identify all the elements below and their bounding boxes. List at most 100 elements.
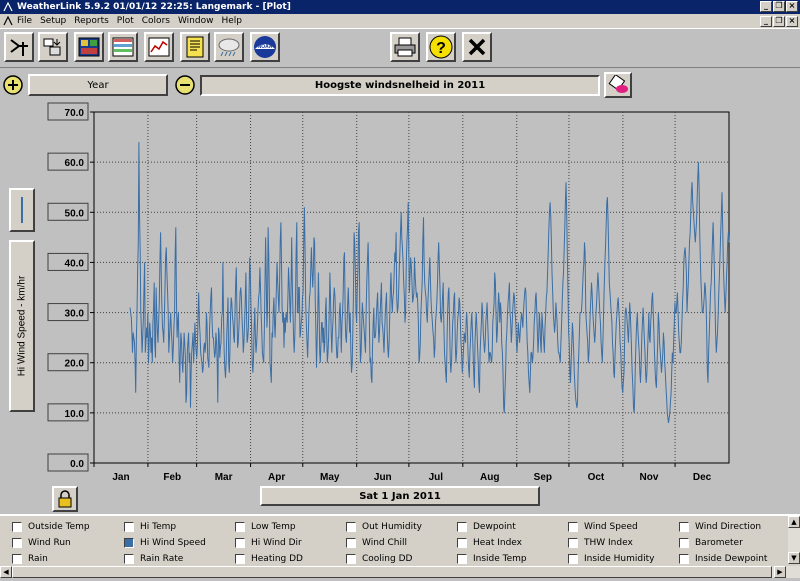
series-checkbox[interactable] [124, 522, 134, 532]
series-inside-temp[interactable]: Inside Temp [457, 552, 527, 566]
series-wind-chill[interactable]: Wind Chill [346, 536, 407, 550]
series-checkbox[interactable] [568, 538, 578, 548]
series-out-humidity[interactable]: Out Humidity [346, 520, 422, 534]
lock-icon [58, 490, 72, 508]
y-axis-label-button[interactable]: Hi Wind Speed - km/hr [9, 240, 35, 412]
help-button[interactable]: ? [426, 32, 456, 62]
series-checkbox[interactable] [12, 522, 22, 532]
zoom-out-button[interactable] [174, 74, 196, 96]
series-label: Cooling DD [362, 554, 413, 564]
series-heating-dd[interactable]: Heating DD [235, 552, 303, 566]
menu-help[interactable]: Help [221, 16, 242, 26]
close-plot-button[interactable] [462, 32, 492, 62]
scroll-down-arrow-icon[interactable]: ▼ [788, 552, 800, 564]
series-rain[interactable]: Rain [12, 552, 48, 566]
menu-colors[interactable]: Colors [142, 16, 170, 26]
close-window-button[interactable]: × [786, 1, 798, 12]
graph-button[interactable] [144, 32, 174, 62]
print-button[interactable] [390, 32, 420, 62]
series-checkbox[interactable] [346, 538, 356, 548]
child-restore-button[interactable]: ❐ [773, 16, 785, 27]
series-checkbox[interactable] [457, 538, 467, 548]
series-hi-temp[interactable]: Hi Temp [124, 520, 176, 534]
strip-chart-button[interactable] [108, 32, 138, 62]
bulletin-button[interactable] [74, 32, 104, 62]
graph-icon [148, 37, 170, 57]
y-tick-label: 10.0 [65, 409, 85, 420]
y-tick-label: 70.0 [65, 108, 85, 119]
series-wind-speed[interactable]: Wind Speed [568, 520, 638, 534]
series-hi-wind-dir[interactable]: Hi Wind Dir [235, 536, 302, 550]
scroll-up-arrow-icon[interactable]: ▲ [788, 516, 800, 528]
series-checkbox[interactable] [679, 554, 689, 564]
series-checkbox[interactable] [457, 522, 467, 532]
series-cooling-dd[interactable]: Cooling DD [346, 552, 412, 566]
y-tick-label: 30.0 [65, 309, 85, 320]
zoom-in-button[interactable] [2, 74, 24, 96]
child-close-button[interactable]: × [786, 16, 798, 27]
y-axis-label: Hi Wind Speed - km/hr [17, 275, 28, 376]
app-icon [3, 2, 13, 12]
x-tick-label: Dec [693, 472, 712, 483]
series-barometer[interactable]: Barometer [679, 536, 743, 550]
scroll-right-arrow-icon[interactable]: ▶ [774, 566, 786, 578]
series-checkbox[interactable] [679, 538, 689, 548]
series-checkbox[interactable] [235, 538, 245, 548]
minimize-button[interactable]: _ [760, 1, 772, 12]
series-wind-direction[interactable]: Wind Direction [679, 520, 761, 534]
horizontal-scrollbar[interactable]: ◀ ▶ [0, 566, 800, 578]
scroll-left-arrow-icon[interactable]: ◀ [0, 566, 12, 578]
menu-plot[interactable]: Plot [117, 16, 134, 26]
x-tick-label: Sep [534, 472, 552, 483]
x-tick-label: Oct [588, 472, 605, 483]
color-settings-button[interactable] [604, 72, 632, 98]
series-checkbox[interactable] [679, 522, 689, 532]
series-line-style-button[interactable] [9, 188, 35, 232]
series-label: Hi Wind Dir [251, 538, 302, 548]
date-selector[interactable]: Sat 1 Jan 2011 [260, 486, 540, 506]
menu-reports[interactable]: Reports [74, 16, 109, 26]
series-checkbox[interactable] [346, 554, 356, 564]
noaa-summary-button[interactable] [180, 32, 210, 62]
y-tick-label: 0.0 [70, 459, 84, 470]
scroll-thumb[interactable] [12, 566, 772, 578]
series-hi-wind-speed[interactable]: Hi Wind Speed [124, 536, 206, 550]
series-inside-dewpoint[interactable]: Inside Dewpoint [679, 552, 767, 566]
series-checkbox[interactable] [457, 554, 467, 564]
menu-setup[interactable]: Setup [40, 16, 66, 26]
series-checkbox[interactable] [568, 554, 578, 564]
toolbar: NOAA ? [0, 30, 800, 68]
series-thw-index[interactable]: THW Index [568, 536, 633, 550]
series-outside-temp[interactable]: Outside Temp [12, 520, 90, 534]
series-inside-humidity[interactable]: Inside Humidity [568, 552, 654, 566]
child-minimize-button[interactable]: _ [760, 16, 772, 27]
noaa-button[interactable]: NOAA [250, 32, 280, 62]
series-checkbox[interactable] [235, 554, 245, 564]
series-checkbox[interactable] [235, 522, 245, 532]
series-low-temp[interactable]: Low Temp [235, 520, 296, 534]
download-button[interactable] [38, 32, 68, 62]
series-checkbox[interactable] [568, 522, 578, 532]
svg-text:?: ? [436, 40, 446, 57]
span-selector[interactable]: Year [28, 74, 168, 96]
series-checkbox[interactable] [12, 554, 22, 564]
series-checkbox[interactable] [124, 538, 134, 548]
series-dewpoint[interactable]: Dewpoint [457, 520, 516, 534]
x-tick-label: May [320, 472, 340, 483]
restore-button[interactable]: ❐ [773, 1, 785, 12]
document-icon[interactable] [3, 16, 13, 26]
series-checkbox[interactable] [12, 538, 22, 548]
weather-upload-button[interactable] [214, 32, 244, 62]
series-checkbox[interactable] [124, 554, 134, 564]
menu-window[interactable]: Window [178, 16, 214, 26]
series-heat-index[interactable]: Heat Index [457, 536, 522, 550]
legend-vertical-scrollbar[interactable]: ▲ ▼ [788, 516, 800, 564]
strip-chart-icon [112, 37, 134, 57]
station-select-button[interactable] [4, 32, 34, 62]
series-wind-run[interactable]: Wind Run [12, 536, 71, 550]
menu-file[interactable]: File [17, 16, 32, 26]
lock-button[interactable] [52, 486, 78, 512]
series-checkbox[interactable] [346, 522, 356, 532]
x-tick-label: Mar [215, 472, 233, 483]
series-rain-rate[interactable]: Rain Rate [124, 552, 183, 566]
